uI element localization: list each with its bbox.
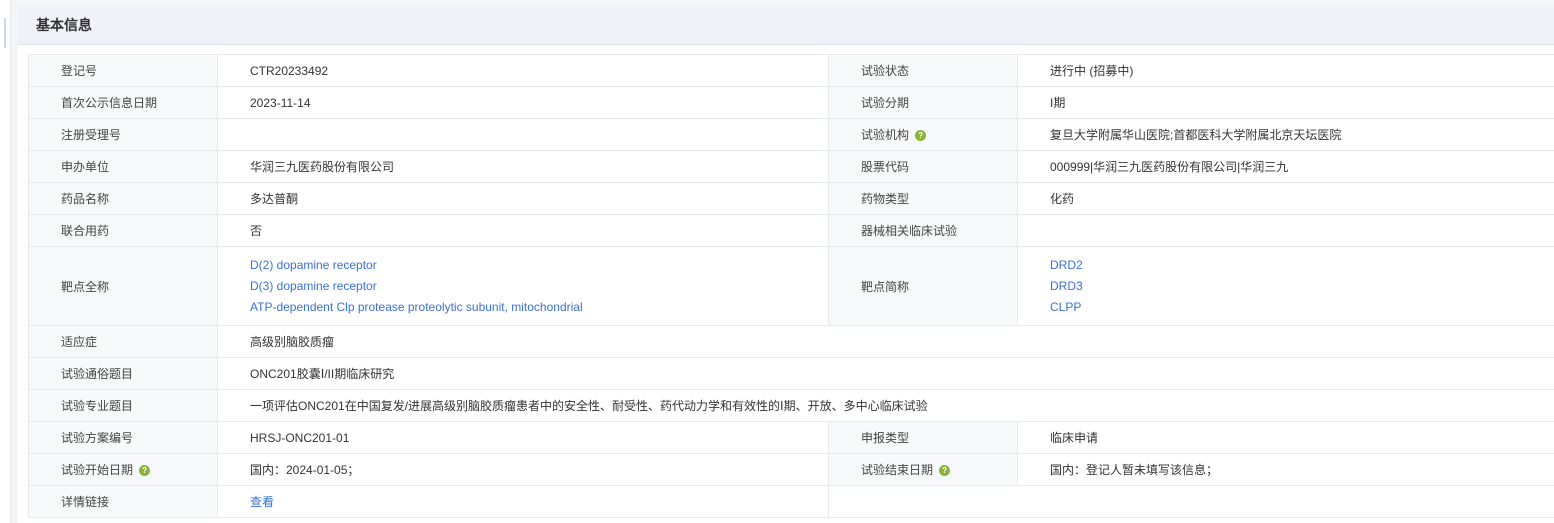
left-sidebar-strip (0, 0, 11, 523)
section-title: 基本信息 (18, 6, 1554, 45)
popular-title: ONC201胶囊Ⅰ/II期临床研究 (217, 357, 1554, 390)
table-row: 注册受理号 试验机构? 复旦大学附属华山医院;首都医科大学附属北京天坛医院 (28, 118, 1554, 151)
target-link[interactable]: D(3) dopamine receptor (250, 276, 828, 297)
target-abbr-link[interactable]: DRD3 (1050, 276, 1554, 297)
acceptance-number (217, 118, 829, 151)
trial-phase: I期 (1017, 86, 1554, 119)
details-link[interactable]: 查看 (250, 495, 274, 509)
target-full-names: D(2) dopamine receptor D(3) dopamine rec… (217, 246, 829, 326)
field-label: 申报类型 (828, 421, 1018, 454)
details-link-cell: 查看 (217, 485, 829, 518)
table-row: 试验专业题目 一项评估ONC201在中国复发/进展高级别脑胶质瘤患者中的安全性、… (28, 389, 1554, 422)
table-row: 申办单位 华润三九医药股份有限公司 股票代码 000999|华润三九医药股份有限… (28, 150, 1554, 183)
field-label-end-date: 试验结束日期? (828, 453, 1018, 486)
field-label: 试验通俗题目 (28, 357, 218, 390)
table-row: 联合用药 否 器械相关临床试验 (28, 214, 1554, 247)
field-label-text: 试验机构 (861, 128, 910, 142)
table-row: 靶点全称 D(2) dopamine receptor D(3) dopamin… (28, 246, 1554, 326)
sidebar-active-marker (4, 18, 6, 48)
field-label: 药品名称 (28, 182, 218, 215)
target-abbreviations: DRD2 DRD3 CLPP (1017, 246, 1554, 326)
field-label: 试验方案编号 (28, 421, 218, 454)
empty-cell (828, 485, 1554, 518)
field-label: 试验状态 (828, 54, 1018, 87)
field-label-text: 试验开始日期 (61, 463, 134, 477)
sponsor: 华润三九医药股份有限公司 (217, 150, 829, 183)
table-row: 详情链接 查看 (28, 485, 1554, 518)
stock-code: 000999|华润三九医药股份有限公司|华润三九 (1017, 150, 1554, 183)
field-label: 靶点简称 (828, 246, 1018, 326)
device-related-trial (1017, 214, 1554, 247)
drug-name: 多达普酮 (217, 182, 829, 215)
field-label: 药物类型 (828, 182, 1018, 215)
table-row: 药品名称 多达普酮 药物类型 化药 (28, 182, 1554, 215)
field-label: 适应症 (28, 325, 218, 358)
field-label: 试验分期 (828, 86, 1018, 119)
basic-info-table: 登记号 CTR20233492 试验状态 进行中 (招募中) 首次公示信息日期 … (28, 54, 1554, 518)
field-label: 申办单位 (28, 150, 218, 183)
help-icon[interactable]: ? (939, 465, 951, 477)
end-date: 国内：登记人暂未填写该信息； (1017, 453, 1554, 486)
field-label-text: 试验结束日期 (861, 463, 934, 477)
trial-institutions: 复旦大学附属华山医院;首都医科大学附属北京天坛医院 (1017, 118, 1554, 151)
table-row: 适应症 高级别脑胶质瘤 (28, 325, 1554, 358)
combination-drug: 否 (217, 214, 829, 247)
target-link[interactable]: D(2) dopamine receptor (250, 255, 828, 276)
help-icon[interactable]: ? (139, 465, 151, 477)
protocol-number: HRSJ-ONC201-01 (217, 421, 829, 454)
table-row: 试验开始日期? 国内：2024-01-05； 试验结束日期? 国内：登记人暂未填… (28, 453, 1554, 486)
field-label-start-date: 试验开始日期? (28, 453, 218, 486)
drug-type: 化药 (1017, 182, 1554, 215)
basic-info-panel: 基本信息 登记号 CTR20233492 试验状态 进行中 (招募中) 首次公示… (18, 6, 1554, 523)
field-label: 注册受理号 (28, 118, 218, 151)
field-label-trial-institution: 试验机构? (828, 118, 1018, 151)
field-label: 试验专业题目 (28, 389, 218, 422)
indication: 高级别脑胶质瘤 (217, 325, 1554, 358)
field-label: 靶点全称 (28, 246, 218, 326)
table-row: 首次公示信息日期 2023-11-14 试验分期 I期 (28, 86, 1554, 119)
table-row: 登记号 CTR20233492 试验状态 进行中 (招募中) (28, 54, 1554, 87)
field-label: 联合用药 (28, 214, 218, 247)
field-label: 首次公示信息日期 (28, 86, 218, 119)
table-row: 试验方案编号 HRSJ-ONC201-01 申报类型 临床申请 (28, 421, 1554, 454)
scientific-title: 一项评估ONC201在中国复发/进展高级别脑胶质瘤患者中的安全性、耐受性、药代动… (217, 389, 1554, 422)
field-label: 器械相关临床试验 (828, 214, 1018, 247)
first-publish-date: 2023-11-14 (217, 86, 829, 119)
registration-number: CTR20233492 (217, 54, 829, 87)
field-label: 详情链接 (28, 485, 218, 518)
target-abbr-link[interactable]: DRD2 (1050, 255, 1554, 276)
field-label: 登记号 (28, 54, 218, 87)
target-link[interactable]: ATP-dependent Clp protease proteolytic s… (250, 297, 828, 318)
table-row: 试验通俗题目 ONC201胶囊Ⅰ/II期临床研究 (28, 357, 1554, 390)
target-abbr-link[interactable]: CLPP (1050, 297, 1554, 318)
trial-status: 进行中 (招募中) (1017, 54, 1554, 87)
application-type: 临床申请 (1017, 421, 1554, 454)
field-label: 股票代码 (828, 150, 1018, 183)
help-icon[interactable]: ? (915, 130, 927, 142)
start-date: 国内：2024-01-05； (217, 453, 829, 486)
